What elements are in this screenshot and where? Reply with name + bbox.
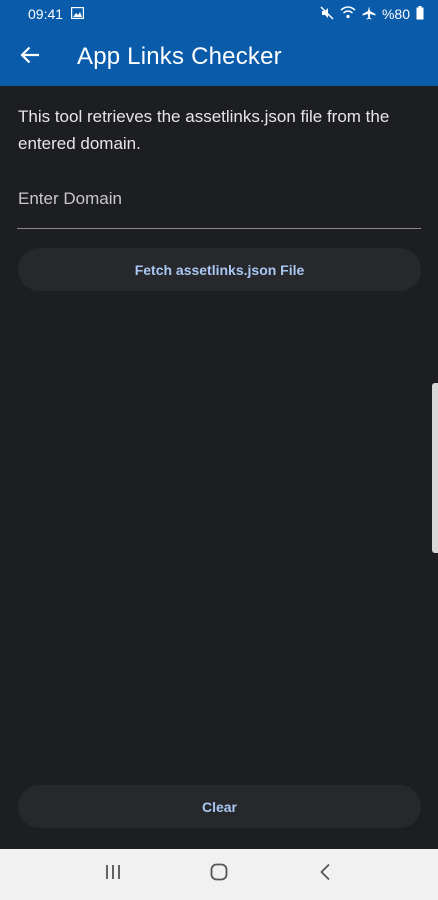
domain-input[interactable] [17,170,421,228]
page-title: App Links Checker [77,43,282,70]
description-text: This tool retrieves the assetlinks.json … [18,107,390,153]
status-bar: 09:41 %80 [0,0,438,28]
battery-text: %80 [381,6,410,22]
gallery-icon [70,6,85,22]
app-bar: App Links Checker [0,28,438,86]
status-right: %80 [320,5,424,23]
status-left: 09:41 [28,6,85,22]
home-icon [210,863,228,886]
clear-button[interactable]: Clear [18,785,421,828]
airplane-icon [362,6,376,23]
home-button[interactable] [194,849,244,900]
scrollbar-handle[interactable] [432,383,438,553]
arrow-left-icon [20,46,40,69]
navigation-bar [0,849,438,900]
back-button[interactable] [0,28,60,86]
mute-icon [320,5,334,23]
recent-apps-button[interactable] [88,849,138,900]
wifi-icon [340,6,356,22]
domain-field[interactable] [17,170,421,229]
back-icon [319,863,331,886]
recent-apps-icon [104,864,122,885]
status-time: 09:41 [28,6,64,22]
battery-icon [416,5,424,23]
system-back-button[interactable] [300,849,350,900]
fetch-button[interactable]: Fetch assetlinks.json File [18,248,421,291]
